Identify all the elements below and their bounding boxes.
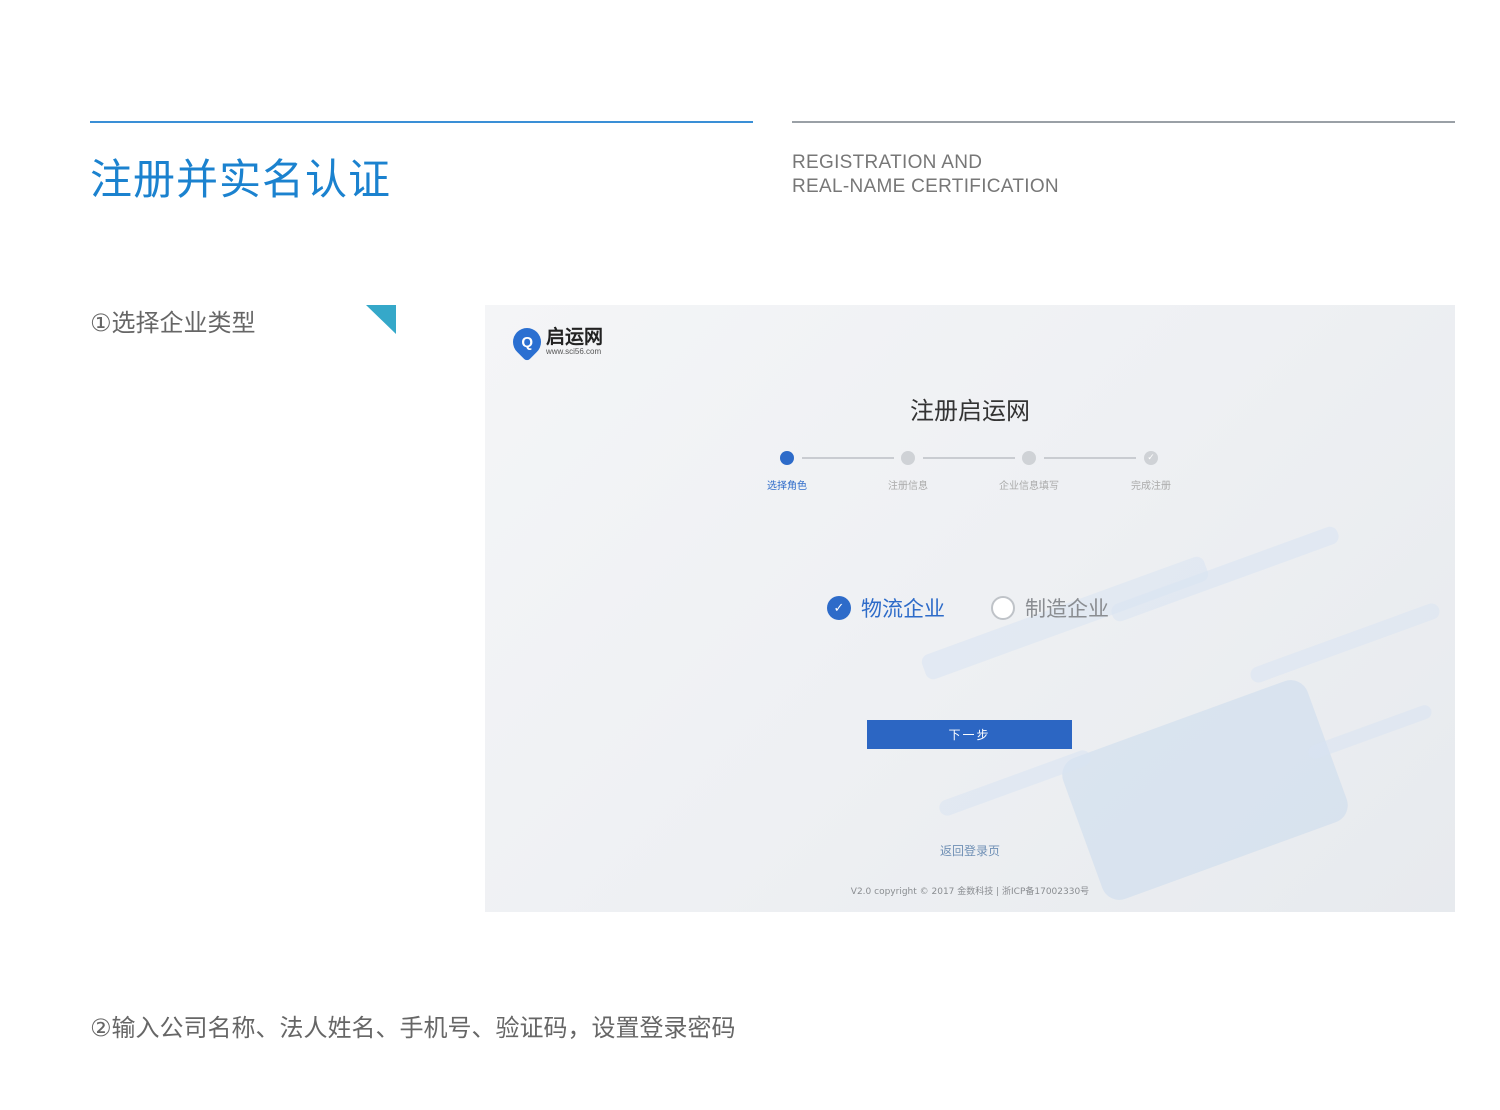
q-pin-logo-icon: Q: [507, 322, 547, 362]
option-logistics-company[interactable]: ✓ 物流企业: [827, 593, 945, 623]
progress-connector: [802, 457, 894, 459]
registration-screenshot: Q 启运网 www.sci56.com 注册启运网 ✓ 选择角色 注册信息 企业…: [485, 305, 1455, 912]
option-label: 物流企业: [861, 597, 945, 621]
step-1-label: ①选择企业类型: [90, 309, 256, 337]
background-decoration: [1248, 601, 1442, 685]
step-2-label: ②输入公司名称、法人姓名、手机号、验证码，设置登录密码: [90, 1014, 736, 1042]
header-rule-right: [792, 121, 1455, 123]
subtitle-line-2: REAL-NAME CERTIFICATION: [792, 176, 1059, 197]
site-logo[interactable]: Q 启运网 www.sci56.com: [507, 322, 603, 362]
header-rule-left: [90, 121, 753, 123]
next-step-button[interactable]: 下一步: [867, 720, 1072, 749]
page-subtitle: REGISTRATION AND REAL-NAME CERTIFICATION: [792, 151, 1059, 199]
radio-circle-icon[interactable]: [991, 596, 1015, 620]
triangle-corner-icon: [366, 305, 396, 334]
check-circle-icon: ✓: [1144, 451, 1158, 465]
option-manufacturing-company[interactable]: 制造企业: [991, 593, 1109, 623]
copyright-text: V2.0 copyright © 2017 金数科技 | 浙ICP备170023…: [850, 887, 1090, 897]
progress-connector: [923, 457, 1015, 459]
checkmark-icon[interactable]: ✓: [827, 596, 851, 620]
progress-label-complete: 完成注册: [1131, 481, 1171, 492]
progress-dot-register-info: [901, 451, 915, 465]
back-to-login-link[interactable]: 返回登录页: [485, 842, 1455, 859]
page-title: 注册并实名认证: [90, 155, 392, 204]
progress-label-company-info: 企业信息填写: [999, 481, 1059, 492]
progress-dot-select-role: [780, 451, 794, 465]
logo-name: 启运网: [546, 326, 604, 348]
progress-label-select-role: 选择角色: [767, 481, 807, 492]
logo-text: 启运网 www.sci56.com: [546, 327, 603, 357]
progress-label-register-info: 注册信息: [888, 481, 928, 492]
progress-connector: [1044, 457, 1136, 459]
progress-dot-company-info: [1022, 451, 1036, 465]
background-decoration: [1057, 675, 1353, 905]
background-decoration: [1109, 524, 1341, 624]
option-label: 制造企业: [1025, 597, 1109, 621]
register-title: 注册启运网: [910, 397, 1030, 425]
logo-url: www.sci56.com: [546, 347, 602, 356]
subtitle-line-1: REGISTRATION AND: [792, 152, 983, 173]
background-decoration: [1306, 703, 1434, 761]
